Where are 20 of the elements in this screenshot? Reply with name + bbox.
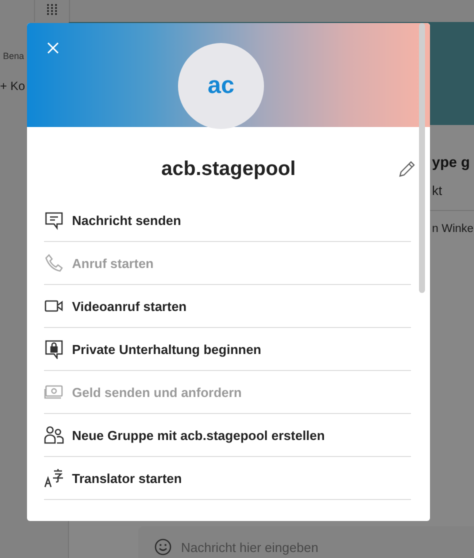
scrollbar-thumb[interactable] [419, 23, 425, 293]
close-icon[interactable] [47, 42, 59, 54]
profile-name: acb.stagepool [161, 158, 296, 180]
dialpad-icon[interactable] [46, 3, 58, 17]
action-label[interactable]: Neue Gruppe mit acb.stagepool erstellen [72, 428, 325, 442]
action-label[interactable]: Translator starten [72, 470, 182, 486]
action-label[interactable]: Videoanruf starten [72, 298, 187, 314]
lock-bubble-icon [44, 339, 64, 359]
people-icon [44, 425, 64, 445]
phone-icon [44, 253, 64, 273]
chat-bubble-icon [44, 210, 64, 230]
message-field[interactable]: Nachricht hier eingeben [181, 540, 341, 554]
pencil-icon[interactable] [397, 159, 417, 179]
action-label[interactable]: Private Unterhaltung beginnen [72, 342, 262, 356]
emoji-icon[interactable] [154, 538, 172, 556]
translate-icon [44, 468, 64, 488]
action-label[interactable]: Nachricht senden [72, 212, 182, 228]
chat-subtitle: kt [432, 183, 444, 198]
chat-title: ype g [432, 155, 471, 171]
chat-message: n Winke [432, 223, 474, 235]
